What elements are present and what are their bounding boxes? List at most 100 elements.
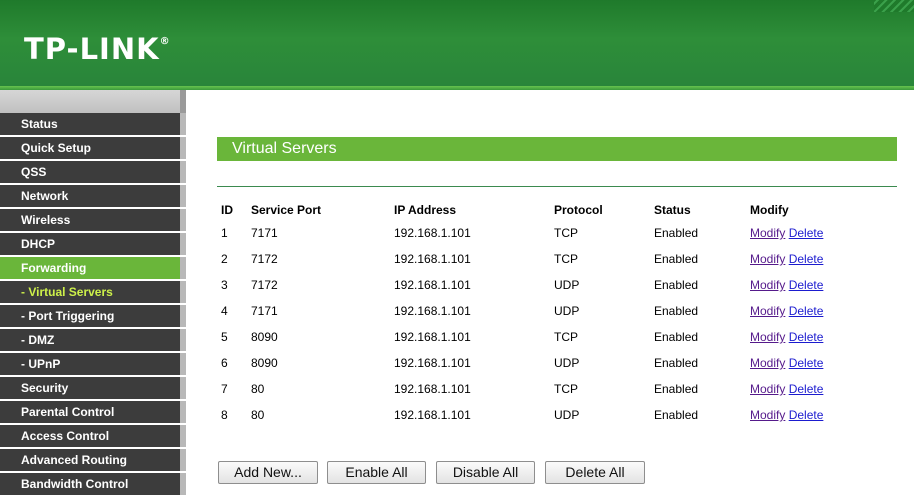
cell-id: 5 [221,330,228,344]
sidebar-item-forwarding[interactable]: Forwarding [0,257,186,279]
col-header-protocol: Protocol [554,203,603,217]
cell-id: 1 [221,226,228,240]
delete-link[interactable]: Delete [789,408,824,422]
cell-status: Enabled [654,408,699,422]
cell-modify: Modify Delete [750,402,870,428]
sidebar-item-quick-setup[interactable]: Quick Setup [0,137,186,159]
sidebar-top-bar [0,90,186,113]
table-header-row: ID Service Port IP Address Protocol Stat… [217,200,870,220]
cell-service-port: 7171 [251,304,278,318]
sidebar-menu: Status Quick Setup QSS Network Wireless … [0,113,186,495]
cell-ip-address: 192.168.1.101 [394,356,471,370]
sidebar: Status Quick Setup QSS Network Wireless … [0,90,186,504]
sidebar-item-status[interactable]: Status [0,113,186,135]
modify-link[interactable]: Modify [750,304,785,318]
col-header-service-port: Service Port [251,203,322,217]
add-new-button[interactable]: Add New... [218,461,318,484]
delete-link[interactable]: Delete [789,356,824,370]
logo-text: TP-LINK [24,32,160,66]
sidebar-item-port-triggering[interactable]: - Port Triggering [0,305,186,327]
cell-modify: Modify Delete [750,220,870,246]
modify-link[interactable]: Modify [750,330,785,344]
table-row: 8 80 192.168.1.101 UDP Enabled Modify De… [217,402,870,428]
main-content: Virtual Servers ID Service Port IP Addre… [186,90,914,504]
cell-ip-address: 192.168.1.101 [394,330,471,344]
cell-ip-address: 192.168.1.101 [394,408,471,422]
cell-protocol: TCP [554,330,578,344]
sidebar-item-upnp[interactable]: - UPnP [0,353,186,375]
modify-link[interactable]: Modify [750,356,785,370]
modify-link[interactable]: Modify [750,408,785,422]
table-row: 3 7172 192.168.1.101 UDP Enabled Modify … [217,272,870,298]
cell-protocol: TCP [554,226,578,240]
sidebar-item-access-control[interactable]: Access Control [0,425,186,447]
cell-service-port: 8090 [251,330,278,344]
cell-modify: Modify Delete [750,298,870,324]
cell-ip-address: 192.168.1.101 [394,252,471,266]
cell-status: Enabled [654,304,699,318]
header-banner: TP-LINK® [0,0,914,86]
cell-protocol: UDP [554,408,580,422]
cell-modify: Modify Delete [750,272,870,298]
cell-id: 8 [221,408,228,422]
delete-link[interactable]: Delete [789,252,824,266]
delete-link[interactable]: Delete [789,278,824,292]
modify-link[interactable]: Modify [750,278,785,292]
cell-service-port: 80 [251,408,265,422]
delete-link[interactable]: Delete [789,304,824,318]
sidebar-item-dhcp[interactable]: DHCP [0,233,186,255]
cell-protocol: UDP [554,278,580,292]
delete-link[interactable]: Delete [789,382,824,396]
modify-link[interactable]: Modify [750,252,785,266]
cell-modify: Modify Delete [750,324,870,350]
tp-link-logo: TP-LINK® [24,32,171,66]
sidebar-item-bandwidth-control[interactable]: Bandwidth Control [0,473,186,495]
table-row: 7 80 192.168.1.101 TCP Enabled Modify De… [217,376,870,402]
sidebar-item-dmz[interactable]: - DMZ [0,329,186,351]
cell-ip-address: 192.168.1.101 [394,382,471,396]
sidebar-item-parental-control[interactable]: Parental Control [0,401,186,423]
cell-modify: Modify Delete [750,350,870,376]
table-row: 4 7171 192.168.1.101 UDP Enabled Modify … [217,298,870,324]
cell-id: 7 [221,382,228,396]
enable-all-button[interactable]: Enable All [327,461,426,484]
sidebar-item-advanced-routing[interactable]: Advanced Routing [0,449,186,471]
delete-link[interactable]: Delete [789,226,824,240]
cell-service-port: 7172 [251,278,278,292]
modify-link[interactable]: Modify [750,382,785,396]
delete-all-button[interactable]: Delete All [545,461,645,484]
cell-status: Enabled [654,278,699,292]
cell-protocol: TCP [554,252,578,266]
cell-service-port: 80 [251,382,265,396]
cell-service-port: 7172 [251,252,278,266]
delete-link[interactable]: Delete [789,330,824,344]
cell-status: Enabled [654,382,699,396]
col-header-modify: Modify [750,203,789,217]
sidebar-item-network[interactable]: Network [0,185,186,207]
cell-ip-address: 192.168.1.101 [394,304,471,318]
cell-status: Enabled [654,356,699,370]
page-title: Virtual Servers [217,137,897,161]
cell-ip-address: 192.168.1.101 [394,278,471,292]
cell-status: Enabled [654,330,699,344]
modify-link[interactable]: Modify [750,226,785,240]
cell-protocol: TCP [554,382,578,396]
cell-modify: Modify Delete [750,246,870,272]
cell-status: Enabled [654,252,699,266]
disable-all-button[interactable]: Disable All [436,461,535,484]
virtual-servers-table: ID Service Port IP Address Protocol Stat… [217,200,870,428]
sidebar-item-security[interactable]: Security [0,377,186,399]
sidebar-item-virtual-servers[interactable]: - Virtual Servers [0,281,186,303]
cell-id: 3 [221,278,228,292]
cell-service-port: 7171 [251,226,278,240]
sidebar-item-wireless[interactable]: Wireless [0,209,186,231]
cell-service-port: 8090 [251,356,278,370]
table-row: 1 7171 192.168.1.101 TCP Enabled Modify … [217,220,870,246]
cell-ip-address: 192.168.1.101 [394,226,471,240]
table-row: 5 8090 192.168.1.101 TCP Enabled Modify … [217,324,870,350]
cell-protocol: UDP [554,304,580,318]
sidebar-item-qss[interactable]: QSS [0,161,186,183]
header-stripe-decoration [874,0,914,12]
col-header-status: Status [654,203,691,217]
table-row: 6 8090 192.168.1.101 UDP Enabled Modify … [217,350,870,376]
